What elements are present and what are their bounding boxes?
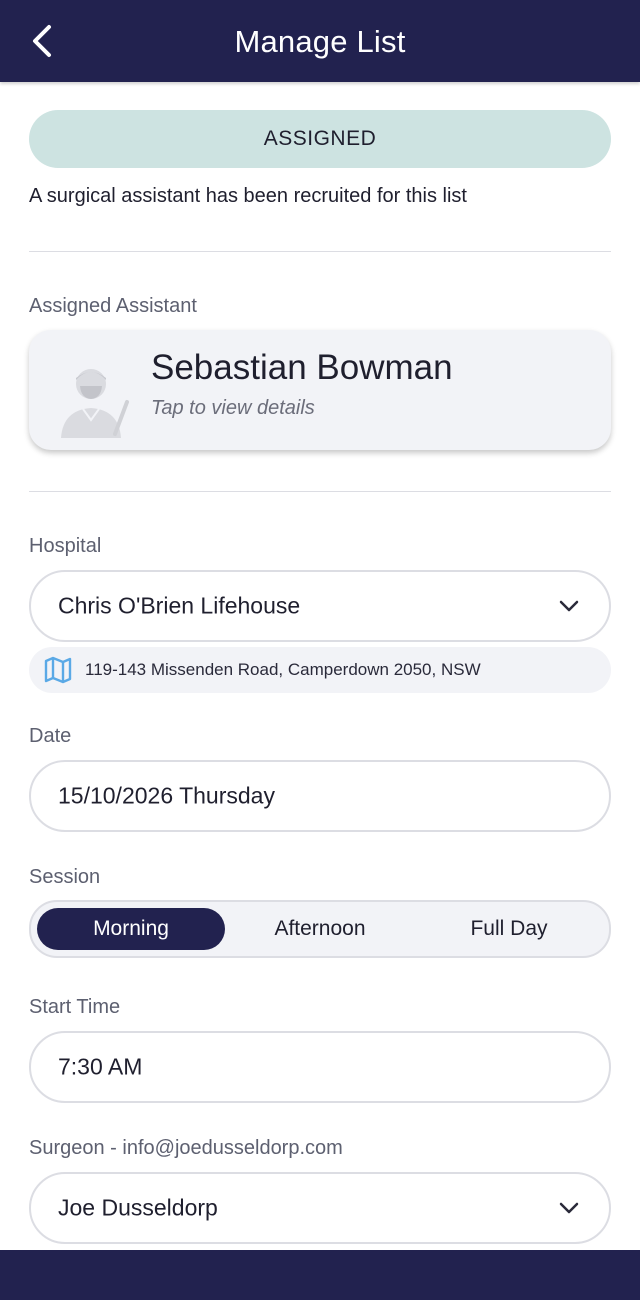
surgeon-label: Surgeon - info@joedusseldorp.com: [29, 1137, 343, 1159]
start-time-field[interactable]: 7:30 AM: [29, 1031, 611, 1103]
surgeon-avatar-icon: [61, 369, 129, 438]
hospital-address[interactable]: 119-143 Missenden Road, Camperdown 2050,…: [29, 647, 611, 693]
hospital-value: Chris O'Brien Lifehouse: [58, 592, 301, 619]
chevron-down-icon: [559, 1202, 579, 1214]
hospital-label: Hospital: [29, 535, 102, 557]
start-time-label: Start Time: [29, 996, 121, 1018]
status-badge: ASSIGNED: [29, 110, 611, 168]
session-option-afternoon[interactable]: Afternoon: [226, 908, 414, 950]
app-header: Manage List: [0, 0, 640, 82]
status-message: A surgical assistant has been recruited …: [29, 185, 467, 207]
page-title: Manage List: [234, 24, 406, 59]
date-field[interactable]: 15/10/2026 Thursday: [29, 760, 611, 832]
date-value: 15/10/2026 Thursday: [58, 782, 275, 809]
assistant-name: Sebastian Bowman: [151, 348, 453, 387]
surgeon-value: Joe Dusseldorp: [58, 1194, 218, 1221]
session-label: Session: [29, 866, 101, 888]
assigned-assistant-label: Assigned Assistant: [29, 295, 197, 317]
date-label: Date: [29, 725, 72, 747]
start-time-value: 7:30 AM: [58, 1053, 143, 1080]
hospital-select[interactable]: Chris O'Brien Lifehouse: [29, 570, 611, 642]
session-selector: Morning Afternoon Full Day: [29, 900, 611, 958]
assistant-card[interactable]: Sebastian Bowman Tap to view details: [29, 330, 611, 450]
assistant-hint: Tap to view details: [151, 397, 315, 419]
chevron-down-icon: [559, 600, 579, 612]
bottom-bar: [0, 1250, 640, 1300]
address-text: 119-143 Missenden Road, Camperdown 2050,…: [85, 660, 481, 679]
session-option-full-day[interactable]: Full Day: [415, 908, 603, 950]
session-option-morning[interactable]: Morning: [37, 908, 225, 950]
divider: [29, 251, 611, 252]
surgeon-select[interactable]: Joe Dusseldorp: [29, 1172, 611, 1244]
divider: [29, 491, 611, 492]
map-icon: [44, 656, 72, 684]
